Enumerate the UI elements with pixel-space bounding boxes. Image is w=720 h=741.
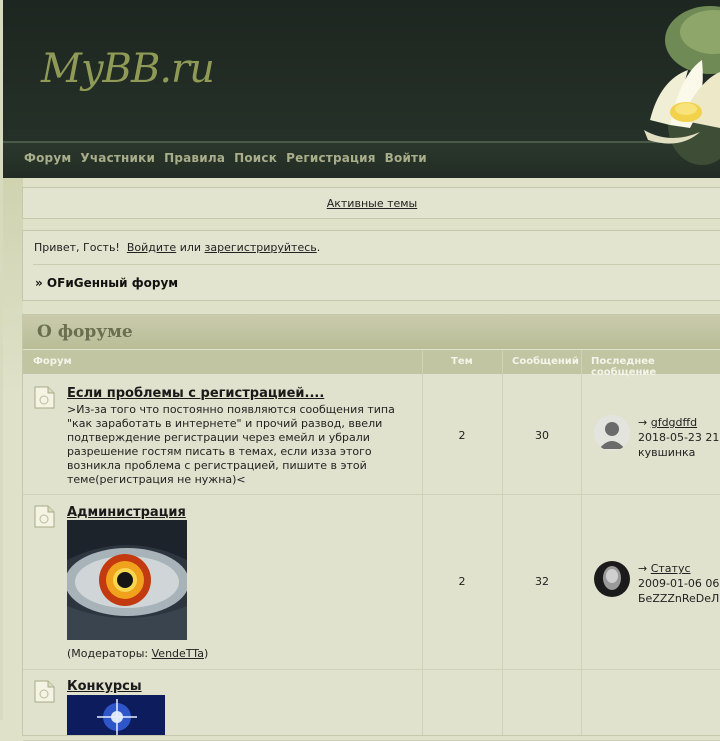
avatar [594, 561, 630, 597]
forum-read-icon [34, 386, 55, 409]
last-topic-link[interactable]: Статус [651, 562, 691, 575]
welcome-divider [33, 264, 720, 265]
forum-read-icon [34, 680, 55, 703]
left-gutter [3, 178, 23, 720]
forum-title-link[interactable]: Если проблемы с регистрацией.... [67, 386, 324, 401]
last-post-user: кувшинка [638, 446, 696, 459]
welcome-box: Привет, Гость! Войдите или зарегистрируй… [22, 230, 720, 301]
forum-row: Если проблемы с регистрацией.... >Из-за … [23, 375, 720, 495]
nav-search[interactable]: Поиск [234, 151, 277, 165]
last-post-date: 2018-05-23 21 [638, 431, 720, 444]
forum-row: Администрация (Модераторы: VendeTTa) 2 3… [23, 495, 720, 670]
last-post-user: БeZZZnReDeЛ [638, 592, 720, 605]
moderators: (Модераторы: VendeTTa) [67, 647, 208, 660]
nav-members[interactable]: Участники [80, 151, 155, 165]
post-count: 30 [535, 429, 549, 442]
forum-row: Конкурсы [23, 670, 720, 741]
active-topics-box: Активные темы [22, 187, 720, 219]
forum-title-link[interactable]: Администрация [67, 505, 186, 520]
category-title[interactable]: О форуме [37, 322, 133, 342]
last-post-date: 2009-01-06 06 [638, 577, 720, 590]
lotus-flower-icon [644, 6, 720, 165]
forum-table-header: Форум Тем Сообщений Последнее сообщение [23, 350, 720, 378]
category-header: О форуме [23, 315, 720, 349]
moderators-end: ) [203, 647, 209, 660]
welcome-period: . [316, 241, 321, 254]
last-post-info: → gfdgdffd 2018-05-23 21 кувшинка [638, 415, 719, 460]
active-topics-link[interactable]: Активные темы [23, 197, 720, 210]
moderators-label: (Модераторы: [67, 647, 152, 660]
site-logo[interactable]: MyBB.ru [41, 46, 215, 92]
site-header: MyBB.ru Форум Участники Правила Поиск Ре… [3, 0, 720, 178]
col-forum: Форум [33, 356, 72, 367]
topic-count: 2 [458, 575, 466, 588]
arrow-icon: → [638, 562, 648, 575]
forum-read-icon [34, 505, 55, 528]
nav-forum[interactable]: Форум [24, 151, 71, 165]
arrow-icon: → [638, 416, 648, 429]
avatar [594, 415, 630, 451]
forum-contest-image [67, 695, 165, 735]
login-link[interactable]: Войдите [127, 241, 176, 254]
default-user-icon [594, 415, 630, 451]
col-topics: Тем [451, 356, 473, 367]
nav-register[interactable]: Регистрация [286, 151, 376, 165]
breadcrumb[interactable]: » OFиGенный форум [35, 276, 178, 290]
welcome-or: или [179, 241, 202, 254]
nav-login[interactable]: Войти [385, 151, 427, 165]
post-count: 32 [535, 575, 549, 588]
nav-rules[interactable]: Правила [164, 151, 225, 165]
forum-description: >Из-за того что постоянно появляются соо… [67, 403, 395, 486]
forum-title-link[interactable]: Конкурсы [67, 679, 142, 694]
moderator-link[interactable]: VendeTTa [152, 647, 204, 660]
user-avatar-image [594, 561, 630, 597]
main-nav: Форум Участники Правила Поиск Регистраци… [24, 151, 436, 165]
greeting: Привет, Гость! [34, 241, 120, 254]
last-post-info: → Статус 2009-01-06 06 БeZZZnReDeЛ [638, 561, 719, 606]
col-posts: Сообщений [512, 356, 579, 367]
last-topic-link[interactable]: gfdgdffd [651, 416, 697, 429]
welcome-text: Привет, Гость! Войдите или зарегистрируй… [34, 241, 320, 254]
forum-eye-image [67, 520, 187, 640]
register-link[interactable]: зарегистрируйтесь [205, 241, 317, 254]
topic-count: 2 [458, 429, 466, 442]
forum-category: О форуме Форум Тем Сообщений Последнее с… [22, 314, 720, 741]
